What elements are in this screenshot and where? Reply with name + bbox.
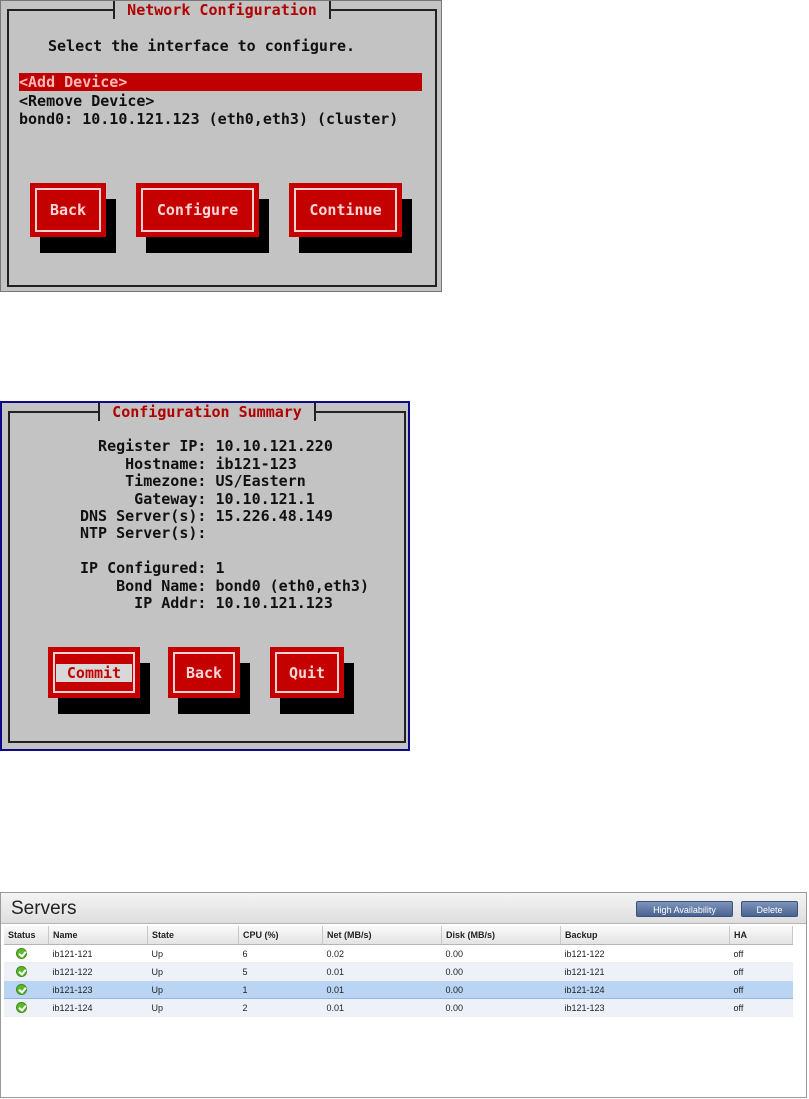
continue-button-label: Continue <box>309 201 382 219</box>
menu-item-bond0[interactable]: bond0: 10.10.121.123 (eth0,eth3) (cluste… <box>19 110 398 128</box>
col-net[interactable]: Net (MB/s) <box>322 926 442 945</box>
cell-ha: off <box>729 944 793 963</box>
table-header-row: Status Name State CPU (%) Net (MB/s) Dis… <box>4 926 793 945</box>
back-button[interactable]: Back <box>30 183 116 253</box>
cell-name: ib121-122 <box>48 962 148 981</box>
cell-cpu: 5 <box>238 962 323 981</box>
cell-net: 0.01 <box>322 998 442 1017</box>
servers-panel: Servers High Availability Delete Status … <box>0 892 807 1098</box>
cell-backup: ib121-122 <box>560 944 730 963</box>
cell-name: ib121-121 <box>48 944 148 963</box>
cell-net: 0.02 <box>322 944 442 963</box>
col-name[interactable]: Name <box>48 926 148 945</box>
cell-cpu: 1 <box>238 980 323 999</box>
cell-name: ib121-123 <box>48 980 148 999</box>
cell-disk: 0.00 <box>441 980 561 999</box>
continue-button[interactable]: Continue <box>289 183 412 253</box>
cell-backup: ib121-124 <box>560 980 730 999</box>
back-button-2-label: Back <box>185 664 223 682</box>
cell-ha: off <box>729 998 793 1017</box>
col-cpu[interactable]: CPU (%) <box>238 926 323 945</box>
quit-button-label: Quit <box>288 664 326 682</box>
table-row[interactable]: ib121-124 Up 2 0.01 0.00 ib121-123 off <box>4 998 793 1017</box>
cell-disk: 0.00 <box>441 998 561 1017</box>
cell-state: Up <box>147 980 239 999</box>
cell-disk: 0.00 <box>441 962 561 981</box>
cell-name: ib121-124 <box>48 998 148 1017</box>
network-config-screen: Network Configuration Select the interfa… <box>0 0 442 292</box>
servers-table: Status Name State CPU (%) Net (MB/s) Dis… <box>4 926 793 1017</box>
cell-ha: off <box>729 980 793 999</box>
table-row[interactable]: ib121-122 Up 5 0.01 0.00 ib121-121 off <box>4 962 793 981</box>
summary-ntp: NTP Server(s): <box>80 524 207 542</box>
status-ok-icon <box>16 1002 27 1014</box>
summary-timezone: Timezone: US/Eastern <box>80 472 306 490</box>
commit-button-label: Commit <box>56 664 132 682</box>
cell-disk: 0.00 <box>441 944 561 963</box>
quit-button[interactable]: Quit <box>270 647 354 714</box>
network-config-prompt: Select the interface to configure. <box>48 37 356 55</box>
delete-button[interactable]: Delete <box>741 901 798 917</box>
cell-net: 0.01 <box>322 980 442 999</box>
summary-ip-addr: IP Addr: 10.10.121.123 <box>80 594 333 612</box>
status-ok-icon <box>16 984 27 996</box>
configure-button-label: Configure <box>156 201 239 219</box>
config-summary-screen: Configuration Summary Register IP: 10.10… <box>0 401 410 751</box>
back-button-2[interactable]: Back <box>168 647 250 714</box>
summary-gateway: Gateway: 10.10.121.1 <box>80 490 315 508</box>
config-summary-title: Configuration Summary <box>98 403 316 421</box>
high-availability-button[interactable]: High Availability <box>636 901 733 917</box>
summary-dns: DNS Server(s): 15.226.48.149 <box>80 507 333 525</box>
servers-title: Servers <box>11 898 77 919</box>
cell-net: 0.01 <box>322 962 442 981</box>
menu-item-add-device[interactable]: <Add Device> <box>19 73 422 91</box>
summary-register-ip: Register IP: 10.10.121.220 <box>80 437 333 455</box>
summary-ip-configured: IP Configured: 1 <box>80 559 225 577</box>
col-ha[interactable]: HA <box>729 926 793 945</box>
status-ok-icon <box>16 966 27 978</box>
col-status[interactable]: Status <box>4 926 49 945</box>
servers-header: Servers High Availability Delete <box>1 893 806 924</box>
table-row[interactable]: ib121-121 Up 6 0.02 0.00 ib121-122 off <box>4 944 793 963</box>
cell-ha: off <box>729 962 793 981</box>
commit-button[interactable]: Commit <box>48 647 150 714</box>
col-disk[interactable]: Disk (MB/s) <box>441 926 561 945</box>
configure-button[interactable]: Configure <box>136 183 269 253</box>
back-button-label: Back <box>49 201 87 219</box>
cell-state: Up <box>147 944 239 963</box>
cell-cpu: 2 <box>238 998 323 1017</box>
menu-item-remove-device[interactable]: <Remove Device> <box>19 92 154 110</box>
cell-backup: ib121-121 <box>560 962 730 981</box>
table-row-selected[interactable]: ib121-123 Up 1 0.01 0.00 ib121-124 off <box>4 980 793 999</box>
summary-hostname: Hostname: ib121-123 <box>80 455 297 473</box>
summary-bond-name: Bond Name: bond0 (eth0,eth3) <box>80 577 369 595</box>
cell-state: Up <box>147 962 239 981</box>
cell-backup: ib121-123 <box>560 998 730 1017</box>
cell-cpu: 6 <box>238 944 323 963</box>
cell-state: Up <box>147 998 239 1017</box>
col-backup[interactable]: Backup <box>560 926 730 945</box>
network-config-title: Network Configuration <box>113 1 331 19</box>
status-ok-icon <box>16 948 27 960</box>
col-state[interactable]: State <box>147 926 239 945</box>
